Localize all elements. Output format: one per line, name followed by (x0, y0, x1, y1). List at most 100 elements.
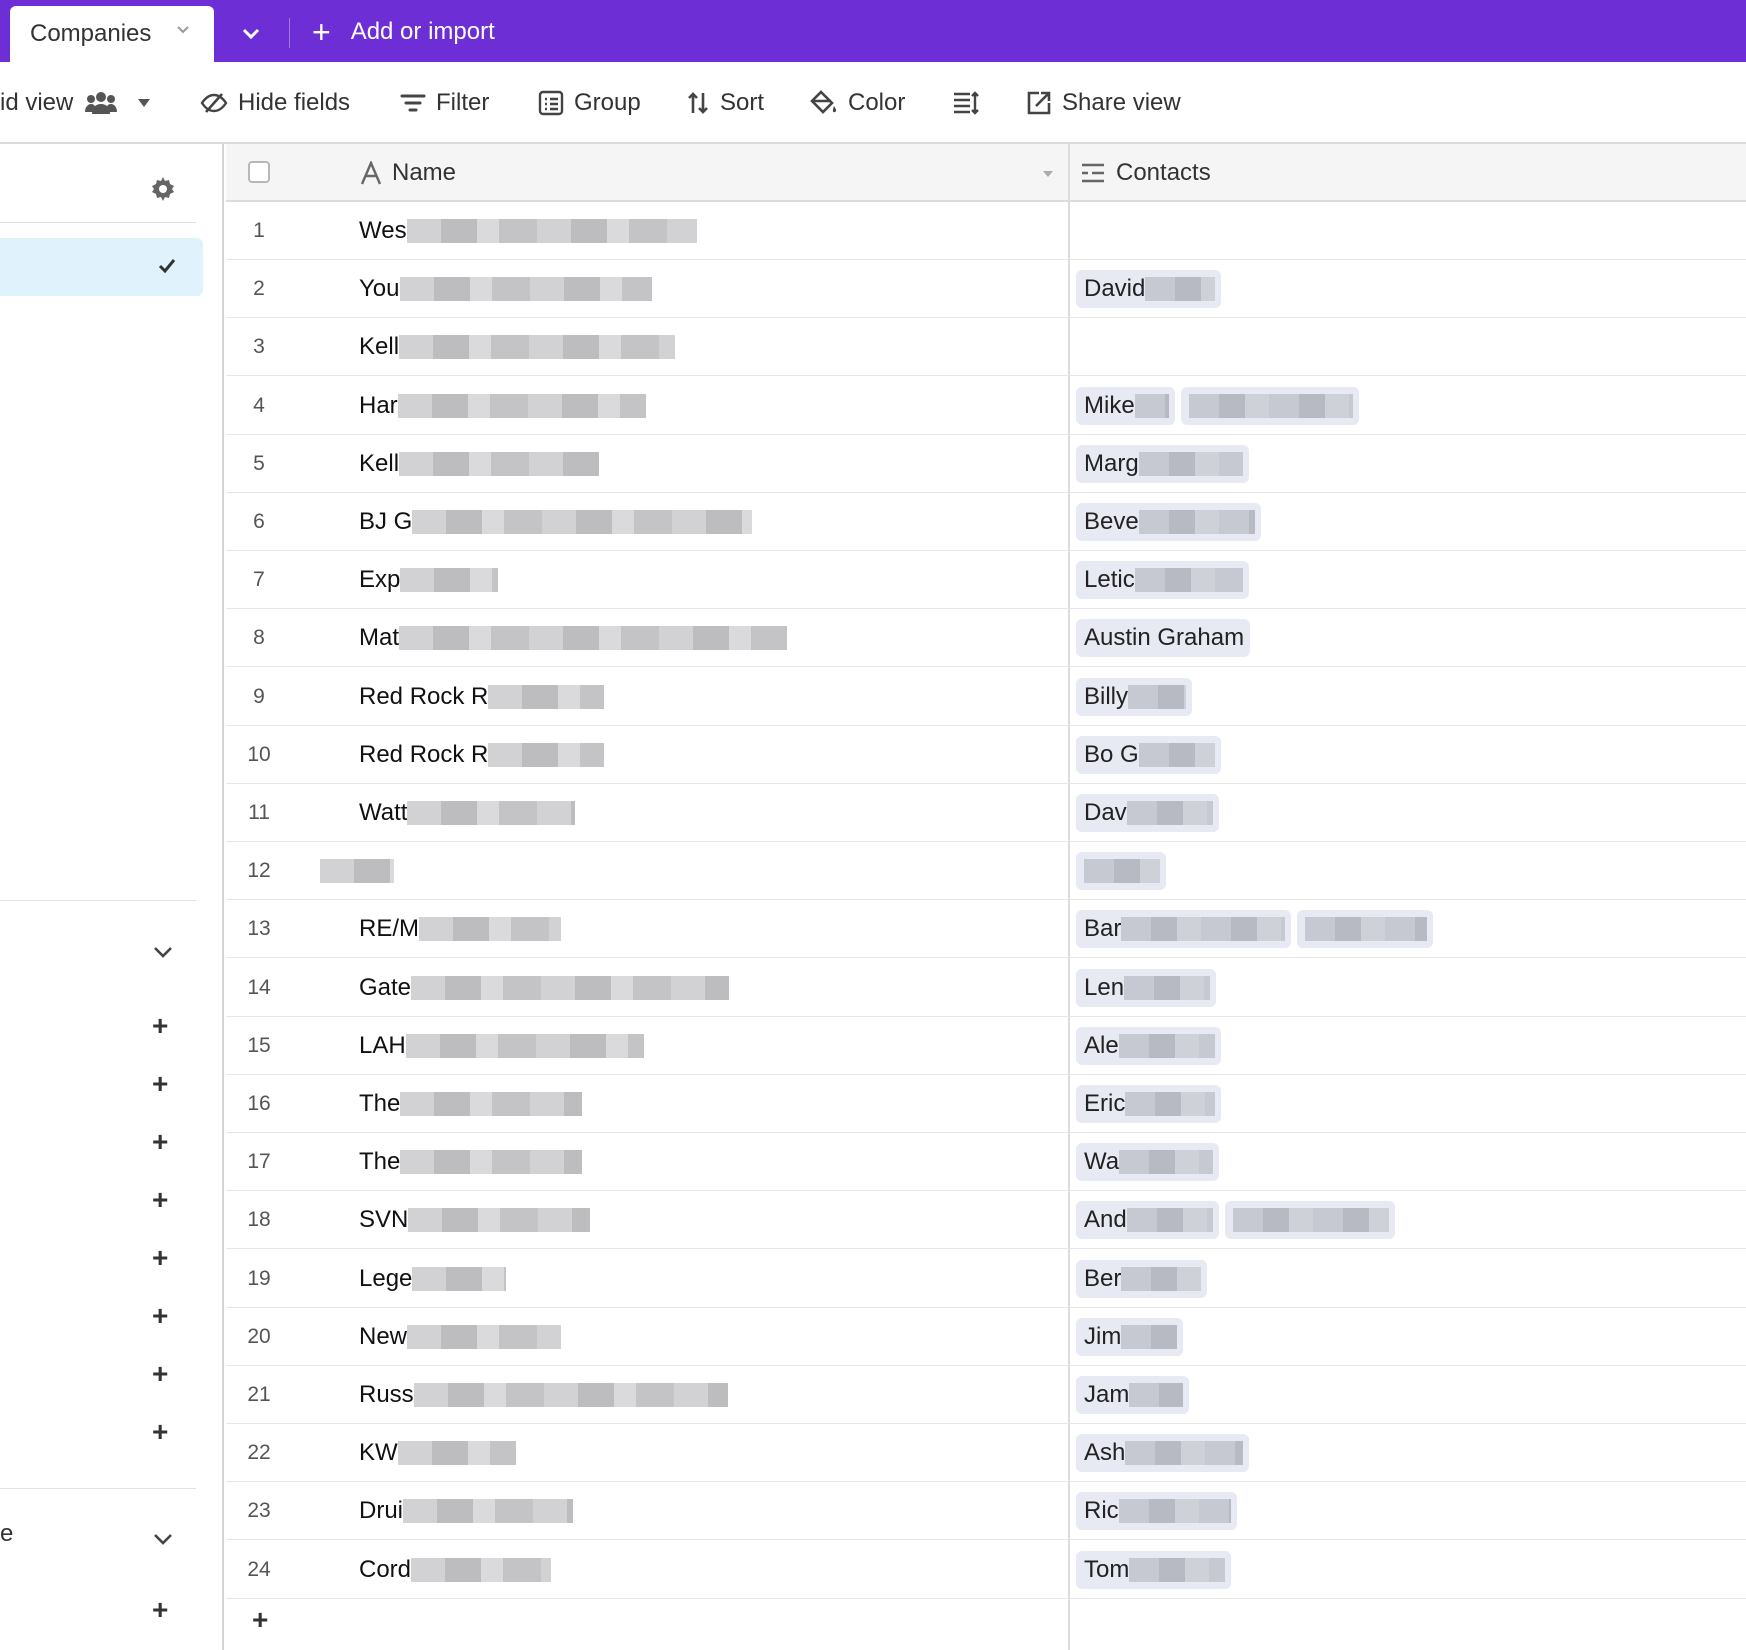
cell-company-name[interactable]: KW (359, 1424, 516, 1482)
tables-menu-chevron-icon[interactable] (240, 22, 262, 44)
create-view-plus-icon[interactable]: + (152, 1418, 168, 1446)
cell-company-name[interactable]: RE/M (359, 900, 561, 958)
table-row[interactable]: 18 SVN And (226, 1191, 1746, 1250)
cell-company-name[interactable]: Red Rock R (359, 668, 605, 726)
table-row[interactable]: 14 Gate Len (226, 959, 1746, 1017)
group-button[interactable]: Group (538, 86, 641, 120)
linked-contact-chip[interactable]: Dav (1076, 794, 1219, 832)
table-row[interactable]: 22 KW Ash (226, 1424, 1746, 1483)
create-view-plus-icon[interactable]: + (152, 1070, 168, 1098)
table-row[interactable]: 1 Wes (226, 202, 1746, 260)
table-row[interactable]: 19 Lege Ber (226, 1250, 1746, 1308)
cell-contacts[interactable]: Jim (1076, 1308, 1189, 1366)
add-or-import-button[interactable]: + Add or import (312, 14, 495, 50)
cell-contacts[interactable]: Letic (1076, 551, 1255, 609)
color-button[interactable]: Color (810, 86, 905, 120)
select-all-checkbox[interactable] (248, 161, 270, 183)
linked-contact-chip[interactable]: And (1076, 1201, 1219, 1240)
linked-contact-chip[interactable]: Ale (1076, 1026, 1221, 1065)
chevron-down-icon[interactable] (152, 944, 174, 960)
hide-fields-button[interactable]: Hide fields (200, 86, 350, 120)
linked-contact-chip[interactable]: Ash (1076, 1434, 1250, 1473)
table-row[interactable]: 12 (226, 842, 1746, 901)
linked-contact-chip[interactable]: Beve (1076, 503, 1261, 541)
cell-contacts[interactable]: Billy (1076, 668, 1198, 726)
linked-contact-chip[interactable]: Wa (1076, 1143, 1220, 1182)
cell-company-name[interactable]: Kell (359, 318, 676, 376)
table-row[interactable]: 3 Kell (226, 318, 1746, 377)
linked-contact-chip[interactable]: Jim (1076, 1317, 1184, 1356)
cell-contacts[interactable]: Tom (1076, 1541, 1237, 1599)
cell-contacts[interactable]: Bo G (1076, 726, 1227, 784)
linked-contact-chip[interactable]: Tom (1076, 1550, 1232, 1589)
row-height-button[interactable] (952, 86, 990, 120)
create-view-plus-icon[interactable]: + (152, 1244, 168, 1272)
view-switcher[interactable]: id view (0, 86, 161, 120)
cell-company-name[interactable]: Cord (359, 1541, 552, 1599)
linked-contact-chip[interactable]: Eric (1076, 1085, 1222, 1123)
cell-company-name[interactable]: The (359, 1133, 583, 1191)
table-row[interactable]: 2 You David (226, 260, 1746, 319)
create-view-plus-icon[interactable]: + (152, 1128, 168, 1156)
cell-company-name[interactable]: SVN (359, 1191, 591, 1249)
share-view-button[interactable]: Share view (1026, 86, 1181, 120)
sort-button[interactable]: Sort (686, 86, 764, 120)
caret-down-icon[interactable] (137, 98, 151, 108)
cell-company-name[interactable]: Russ (359, 1366, 728, 1424)
cell-company-name[interactable]: LAH (359, 1017, 644, 1075)
linked-contact-chip[interactable]: Len (1076, 968, 1217, 1007)
table-row[interactable]: 4 Har Mike (226, 377, 1746, 435)
linked-contact-chip[interactable]: Mike (1076, 386, 1175, 425)
cell-contacts[interactable]: Jam (1076, 1366, 1195, 1424)
linked-contact-chip[interactable]: Ber (1076, 1259, 1208, 1298)
column-header-contacts[interactable]: Contacts (1080, 144, 1211, 202)
gear-icon[interactable] (150, 176, 176, 202)
cell-contacts[interactable]: David (1076, 260, 1227, 318)
linked-contact-chip[interactable]: Bar (1076, 910, 1292, 949)
chevron-down-icon[interactable] (152, 1531, 174, 1547)
cell-contacts[interactable]: Marg (1076, 435, 1255, 493)
table-row[interactable]: 9 Red Rock R Billy (226, 668, 1746, 726)
table-row[interactable]: 23 Drui Ric (226, 1482, 1746, 1541)
table-row[interactable]: 17 The Wa (226, 1133, 1746, 1192)
linked-contact-chip[interactable]: Billy (1076, 677, 1193, 716)
column-header-name[interactable]: Name (360, 144, 456, 202)
cell-company-name[interactable]: Drui (359, 1482, 574, 1540)
tab-companies[interactable]: Companies (10, 6, 214, 62)
cell-contacts[interactable]: Mike (1076, 377, 1365, 435)
cell-company-name[interactable]: Har (359, 377, 646, 435)
cell-contacts[interactable]: Austin Graham (1076, 609, 1256, 667)
table-row[interactable]: 8 Mat Austin Graham (226, 609, 1746, 668)
linked-contact-chip[interactable] (1180, 386, 1359, 425)
cell-company-name[interactable]: Red Rock R (359, 726, 605, 784)
cell-contacts[interactable] (1076, 842, 1172, 900)
cell-contacts[interactable]: Ash (1076, 1424, 1255, 1482)
table-row[interactable]: 7 Exp Letic (226, 551, 1746, 610)
cell-contacts[interactable]: Beve (1076, 493, 1267, 551)
cell-company-name[interactable]: New (359, 1308, 562, 1366)
cell-contacts[interactable]: Dav (1076, 784, 1225, 842)
cell-contacts[interactable]: Bar (1076, 900, 1439, 958)
linked-contact-chip[interactable]: Austin Graham (1076, 619, 1251, 658)
cell-company-name[interactable]: Exp (359, 551, 499, 609)
table-row[interactable]: 20 New Jim (226, 1308, 1746, 1366)
linked-contact-chip[interactable]: Letic (1076, 561, 1249, 600)
table-row[interactable]: 24 Cord Tom (226, 1541, 1746, 1599)
linked-contact-chip[interactable]: Marg (1076, 444, 1249, 483)
table-row[interactable]: 16 The Eric (226, 1075, 1746, 1133)
add-record-plus-icon[interactable]: + (252, 1606, 268, 1634)
cell-company-name[interactable]: The (359, 1075, 583, 1133)
linked-contact-chip[interactable]: Ric (1076, 1492, 1237, 1531)
create-view-plus-icon[interactable]: + (152, 1596, 168, 1624)
cell-company-name[interactable]: Watt (359, 784, 576, 842)
table-row[interactable]: 21 Russ Jam (226, 1366, 1746, 1424)
cell-company-name[interactable]: Wes (359, 202, 697, 260)
create-view-plus-icon[interactable]: + (152, 1302, 168, 1330)
linked-contact-chip[interactable] (1076, 852, 1166, 891)
table-row[interactable]: 6 BJ G Beve (226, 493, 1746, 551)
cell-contacts[interactable]: Len (1076, 959, 1222, 1017)
linked-contact-chip[interactable] (1297, 910, 1434, 949)
cell-company-name[interactable]: Lege (359, 1250, 507, 1308)
caret-down-icon[interactable] (1042, 170, 1054, 178)
cell-contacts[interactable]: Wa (1076, 1133, 1225, 1191)
